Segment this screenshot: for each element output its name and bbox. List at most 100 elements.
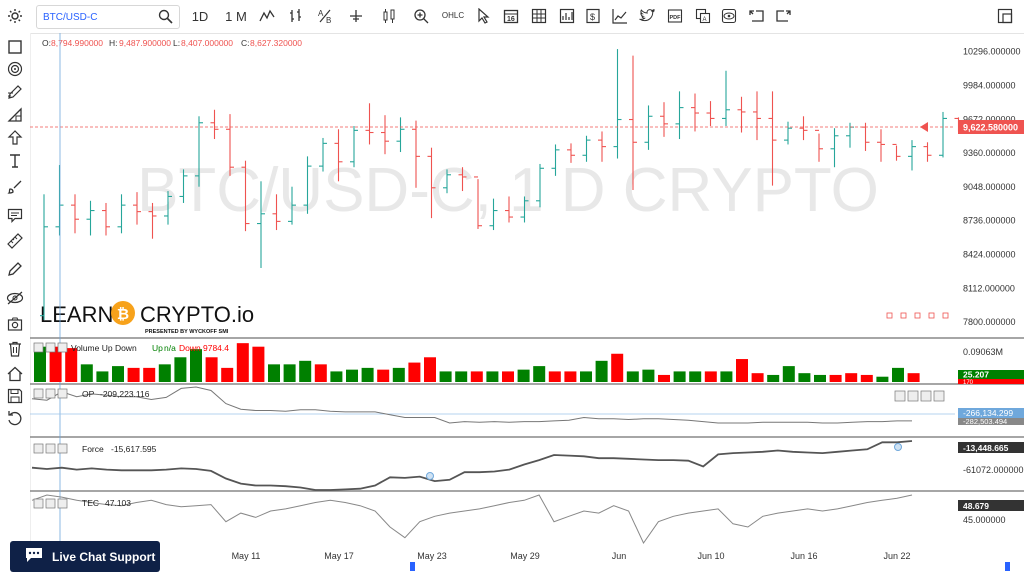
ohlc-bar bbox=[102, 202, 110, 236]
arrow-up-tool-icon[interactable] bbox=[5, 128, 25, 148]
panel-close-icon[interactable] bbox=[57, 443, 68, 454]
eye-icon[interactable] bbox=[720, 6, 738, 26]
ohlc-bar bbox=[613, 49, 622, 159]
volume-bar bbox=[346, 369, 358, 382]
symbol-input[interactable] bbox=[43, 8, 153, 26]
camera-icon[interactable] bbox=[5, 314, 25, 334]
interval-1m-button[interactable]: 1 M bbox=[224, 6, 248, 26]
calendar-icon[interactable]: 16 bbox=[502, 6, 520, 26]
scanner-icon[interactable] bbox=[558, 6, 576, 26]
panel-restore-icon[interactable] bbox=[894, 390, 906, 402]
ohlc-bar bbox=[365, 103, 374, 145]
volume-bar bbox=[158, 364, 171, 382]
triangle-tool-icon[interactable] bbox=[5, 105, 25, 125]
pdf-icon[interactable]: PDF bbox=[666, 6, 684, 26]
force-badge-value: -13,448.665 bbox=[963, 443, 1009, 453]
target-tool-icon[interactable] bbox=[5, 59, 25, 79]
text-tool-icon[interactable] bbox=[5, 151, 25, 171]
undo-icon[interactable] bbox=[748, 6, 766, 26]
pen-tool-icon[interactable] bbox=[5, 259, 25, 279]
percent-scale-icon[interactable]: AB bbox=[316, 6, 334, 26]
panel-move-up-icon[interactable] bbox=[920, 390, 932, 402]
panel-close-icon[interactable] bbox=[57, 342, 68, 353]
ohlc-bar bbox=[722, 70, 730, 127]
ohlc-crosshair-label: OHLC bbox=[441, 11, 465, 20]
panel-settings-icon[interactable] bbox=[33, 342, 44, 353]
candle-range-icon[interactable] bbox=[380, 6, 398, 26]
ohlc-bar bbox=[71, 194, 79, 234]
volume-bar bbox=[377, 369, 390, 382]
panel-settings-icon[interactable] bbox=[33, 388, 44, 399]
ohlc-bar bbox=[923, 142, 932, 162]
twitter-icon[interactable] bbox=[638, 6, 656, 26]
volume-bar bbox=[736, 359, 748, 382]
panel-remove-icon[interactable] bbox=[933, 390, 945, 402]
price-axis[interactable]: 10296.0000009984.0000009672.0000009360.0… bbox=[963, 47, 1021, 327]
translate-icon[interactable]: A bbox=[694, 6, 712, 26]
ohlc-crosshair-button[interactable]: OHLC bbox=[442, 6, 464, 26]
panel-move-down-icon[interactable] bbox=[907, 390, 919, 402]
panel-visibility-icon[interactable] bbox=[45, 443, 56, 454]
fullscreen-icon[interactable] bbox=[996, 6, 1014, 26]
reset-icon[interactable] bbox=[5, 408, 25, 428]
ohlc-c-value: 8,627.320000 bbox=[250, 38, 302, 48]
volume-bar bbox=[642, 369, 655, 382]
rectangle-tool-icon[interactable] bbox=[5, 37, 25, 57]
op-panel-header: OP -209,223.116 bbox=[33, 388, 150, 399]
volume-bar bbox=[65, 348, 78, 382]
price-axis-label: 9048.000000 bbox=[963, 182, 1016, 192]
panel-visibility-icon[interactable] bbox=[45, 342, 56, 353]
svg-text:A: A bbox=[318, 9, 324, 18]
home-icon[interactable] bbox=[5, 364, 25, 384]
force-indicator-line bbox=[31, 440, 913, 491]
volume-bar bbox=[689, 371, 702, 382]
trash-icon[interactable] bbox=[5, 339, 25, 359]
time-axis-label: May 17 bbox=[324, 551, 354, 561]
volume-bar bbox=[658, 374, 670, 382]
redo-icon[interactable] bbox=[774, 6, 792, 26]
symbol-search-box[interactable] bbox=[36, 5, 180, 29]
ohlc-bar bbox=[706, 101, 715, 127]
chart-area[interactable]: BTC/USD-C, 1 D CRYPTO LEARN ₿ CRYPTO.io … bbox=[30, 33, 1024, 572]
panel-close-icon[interactable] bbox=[57, 388, 68, 399]
volume-bar bbox=[268, 364, 280, 382]
ruler-tool-icon[interactable] bbox=[5, 231, 25, 251]
panel-settings-icon[interactable] bbox=[33, 443, 44, 454]
brush-tool-icon[interactable] bbox=[5, 177, 25, 197]
interval-1d-button[interactable]: 1D bbox=[190, 6, 210, 26]
bars-style-icon[interactable] bbox=[287, 6, 305, 26]
hide-drawings-eye-icon[interactable] bbox=[5, 288, 25, 308]
dollar-icon[interactable]: $ bbox=[584, 6, 602, 26]
volume-bar bbox=[517, 369, 530, 382]
search-icon[interactable] bbox=[158, 9, 173, 29]
time-axis-label: May 29 bbox=[510, 551, 540, 561]
volume-axis-top: 0.09063M bbox=[963, 347, 1003, 357]
ohlc-bar bbox=[691, 93, 699, 132]
top-toolbar: 1D 1 M AB OHLC 16 $ PDF A bbox=[0, 0, 1024, 34]
note-tool-icon[interactable] bbox=[5, 205, 25, 225]
volume-bar bbox=[112, 366, 124, 382]
line-chart-icon[interactable] bbox=[611, 6, 629, 26]
panel-visibility-icon[interactable] bbox=[45, 498, 56, 509]
save-icon[interactable] bbox=[5, 386, 25, 406]
svg-text:PDF: PDF bbox=[670, 15, 682, 21]
time-axis[interactable]: May 11 May 17 May 23 May 29 Jun Jun 10 J… bbox=[232, 551, 911, 561]
cursor-arrow-icon[interactable] bbox=[476, 6, 492, 26]
live-chat-support-button[interactable]: Live Chat Support bbox=[10, 541, 160, 572]
panel-settings-icon[interactable] bbox=[33, 498, 44, 509]
panel-close-icon[interactable] bbox=[57, 498, 68, 509]
scroll-range-start-handle[interactable] bbox=[410, 562, 415, 571]
settings-gear-icon[interactable] bbox=[4, 6, 26, 26]
compare-icon[interactable] bbox=[346, 6, 366, 26]
volume-bar bbox=[96, 371, 109, 382]
svg-text:A: A bbox=[703, 17, 707, 23]
grid-table-icon[interactable] bbox=[530, 6, 548, 26]
svg-text:$: $ bbox=[590, 12, 595, 22]
panel-visibility-icon[interactable] bbox=[45, 388, 56, 399]
pencil-tool-icon[interactable] bbox=[5, 82, 25, 102]
volume-bar bbox=[174, 357, 187, 382]
zoom-in-icon[interactable] bbox=[412, 6, 430, 26]
volume-bar bbox=[580, 371, 592, 382]
scroll-range-end-handle[interactable] bbox=[1005, 562, 1010, 571]
indicator-wave-icon[interactable] bbox=[258, 6, 276, 26]
